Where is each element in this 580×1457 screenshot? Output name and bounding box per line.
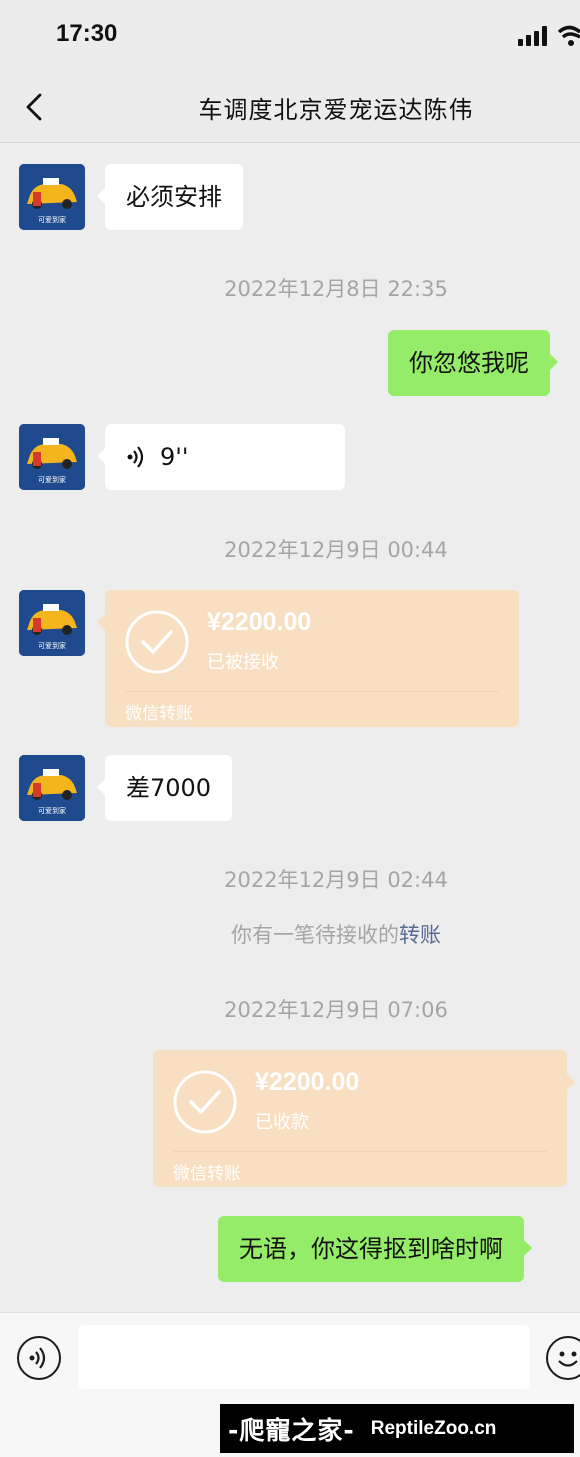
wifi-icon [557, 25, 580, 46]
voice-wave-icon [127, 446, 144, 468]
svg-text:可爱到家: 可爱到家 [38, 215, 66, 224]
check-circle-icon [125, 610, 189, 674]
input-bar: -爬寵之家- ReptileZoo.cn [0, 1312, 580, 1457]
signal-icon [518, 26, 547, 46]
voice-message-bubble[interactable]: 9'' [97, 424, 345, 490]
transfer-card-sent[interactable]: ¥2200.00 已收款 微信转账 [153, 1050, 575, 1187]
system-message-text: 你有一笔待接收的 [231, 923, 399, 947]
transfer-status: 已被接收 [207, 652, 279, 673]
transfer-amount: ¥2200.00 [207, 608, 312, 636]
svg-text:可爱到家: 可爱到家 [38, 641, 66, 650]
svg-text:可爱到家: 可爱到家 [38, 806, 66, 815]
transfer-status: 已收款 [255, 1112, 309, 1133]
check-circle-icon [173, 1070, 237, 1134]
emoji-icon [558, 1351, 578, 1367]
status-bar: 17:30 [0, 0, 580, 70]
watermark-cn: -爬寵之家- [228, 1415, 355, 1445]
transfer-link[interactable]: 转账 [399, 923, 441, 947]
divider [173, 1151, 547, 1152]
contact-avatar[interactable]: 可爱到家 [19, 164, 85, 230]
contact-avatar[interactable]: 可爱到家 [19, 590, 85, 656]
watermark-banner: -爬寵之家- ReptileZoo.cn [220, 1404, 574, 1453]
emoji-button[interactable] [546, 1336, 580, 1380]
voice-input-button[interactable] [17, 1336, 61, 1380]
timestamp: 2022年12月9日 07:06 [224, 998, 448, 1022]
contact-avatar[interactable]: 可爱到家 [19, 755, 85, 821]
message-bubble-incoming[interactable]: 必须安排 [97, 164, 243, 230]
transfer-card-received[interactable]: ¥2200.00 已被接收 微信转账 [97, 590, 519, 727]
chat-header: 车调度北京爱宠运达陈伟 [0, 70, 580, 143]
transfer-label: 微信转账 [125, 704, 193, 724]
message-list[interactable]: 可爱到家 必须安排 2022年12月8日 22:35 你忽悠我呢 可爱到家 9'… [0, 143, 580, 1312]
message-bubble-outgoing[interactable]: 你忽悠我呢 [388, 330, 558, 396]
transfer-label: 微信转账 [173, 1164, 241, 1184]
watermark-en: ReptileZoo.cn [370, 1417, 497, 1439]
transfer-amount: ¥2200.00 [255, 1068, 360, 1096]
chat-title: 车调度北京爱宠运达陈伟 [198, 96, 474, 124]
voice-duration: 9'' [160, 443, 189, 471]
message-input[interactable] [78, 1325, 530, 1389]
system-message: 你有一笔待接收的转账 [0, 919, 580, 949]
divider [125, 691, 499, 692]
timestamp: 2022年12月8日 22:35 [224, 277, 448, 301]
svg-text:可爱到家: 可爱到家 [38, 475, 66, 484]
timestamp: 2022年12月9日 00:44 [224, 538, 448, 562]
status-time: 17:30 [56, 20, 118, 47]
message-bubble-outgoing[interactable]: 无语，你这得抠到啥时啊 [218, 1216, 532, 1282]
message-bubble-incoming[interactable]: 差7000 [96, 755, 233, 821]
voice-icon [29, 1347, 46, 1369]
timestamp: 2022年12月9日 02:44 [224, 868, 448, 892]
contact-avatar[interactable]: 可爱到家 [19, 424, 85, 490]
